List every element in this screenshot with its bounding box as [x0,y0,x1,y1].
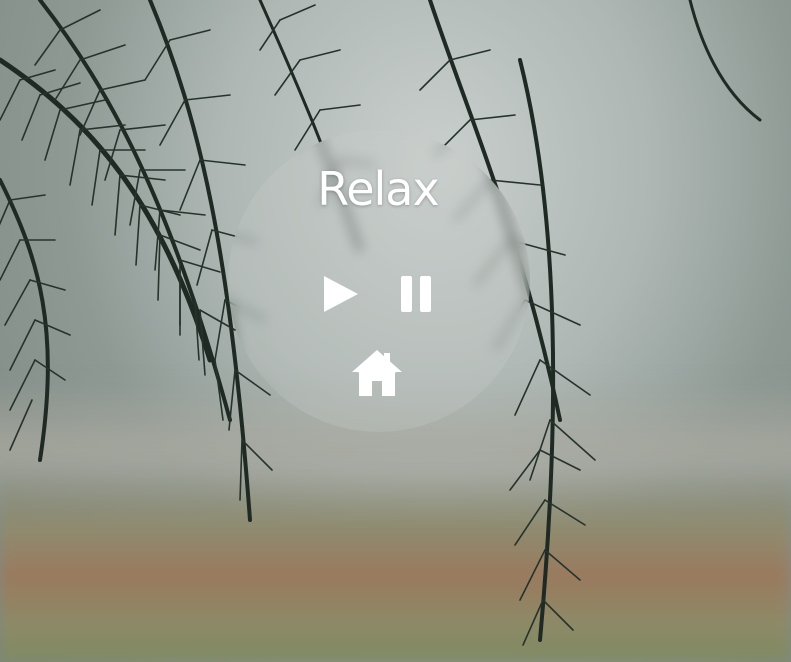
pause-icon [401,276,431,312]
playback-controls [318,272,438,318]
play-icon [324,276,358,312]
page-title: Relax [317,162,439,216]
home-icon [352,350,402,396]
play-button[interactable] [318,272,362,316]
home-button[interactable] [350,347,404,399]
pause-button[interactable] [394,272,438,316]
